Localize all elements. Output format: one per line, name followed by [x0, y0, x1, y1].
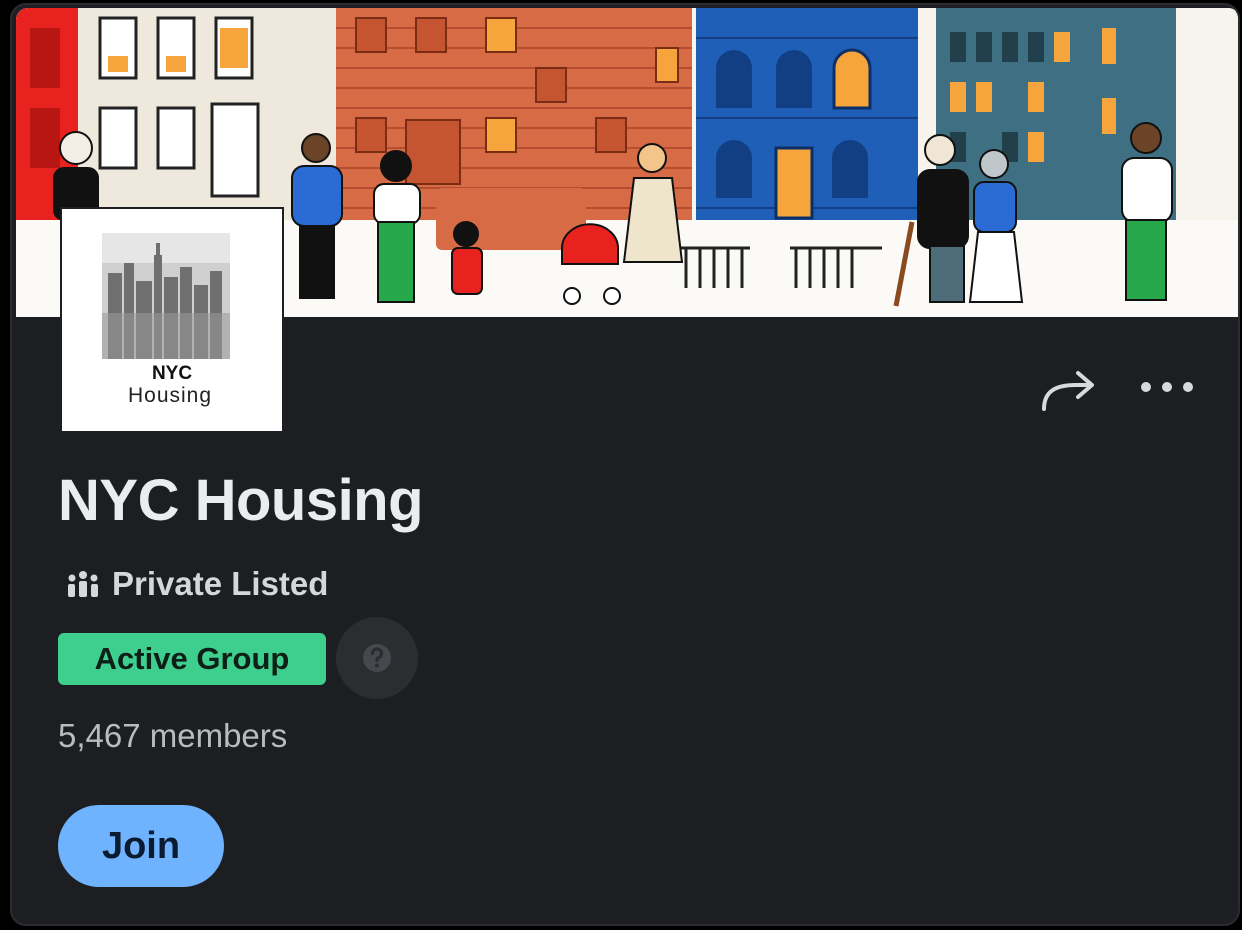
privacy-status: Private Listed [66, 565, 328, 603]
privacy-label: Private Listed [112, 565, 329, 602]
more-options-button[interactable] [1132, 365, 1202, 415]
help-button[interactable] [336, 617, 418, 699]
people-icon [68, 571, 98, 597]
avatar-logo-nyc: NYC [151, 363, 193, 384]
avatar-logo-housing: Housing [127, 384, 213, 407]
ellipsis-icon [1141, 382, 1193, 392]
question-icon [363, 644, 391, 672]
skyline-photo [102, 233, 230, 359]
share-arrow-icon [1042, 371, 1094, 411]
member-count: 5,467 members [58, 717, 288, 754]
share-button[interactable] [1036, 365, 1096, 417]
join-button[interactable]: Join [58, 805, 224, 887]
group-avatar: NYC Housing [62, 209, 282, 431]
group-card: NYC Housing NYC Housing Private Listed A… [10, 3, 1240, 926]
group-name: NYC Housing [58, 468, 424, 533]
status-badge: Active Group [58, 633, 326, 685]
